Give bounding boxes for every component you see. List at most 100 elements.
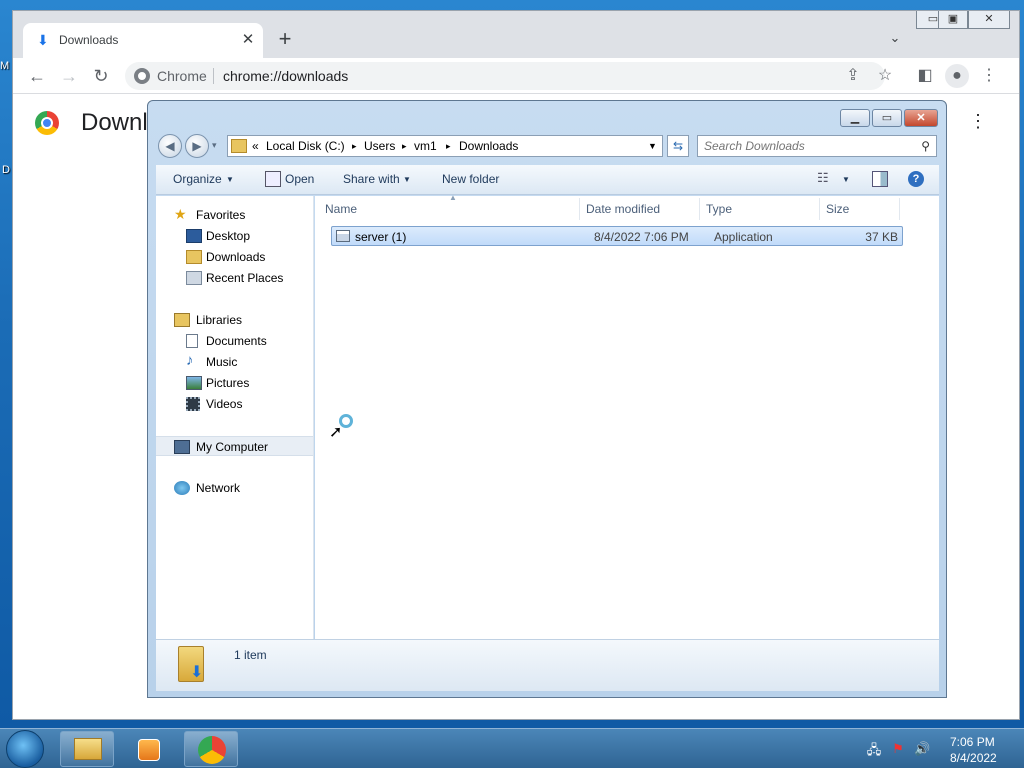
new-tab-button[interactable]: + [273, 28, 297, 52]
share-with-button[interactable]: Share with [343, 172, 400, 186]
crumb-users[interactable]: Users [364, 139, 395, 153]
forward-arrow-icon[interactable]: → [57, 64, 81, 88]
maximize-button[interactable]: ▣ [938, 11, 968, 29]
crumb-separator[interactable]: ▸ [352, 141, 357, 152]
tab-title: Downloads [59, 33, 119, 47]
nav-recent-places[interactable]: Recent Places [156, 268, 313, 288]
explorer-close-button[interactable]: ✕ [904, 109, 938, 127]
address-overflow[interactable]: « [252, 139, 259, 153]
nav-favorites[interactable]: ★ Favorites [156, 205, 313, 225]
crumb-separator[interactable]: ▸ [402, 141, 407, 152]
column-header-date-modified[interactable]: Date modified [586, 202, 660, 216]
chrome-logo-icon [35, 111, 59, 135]
refresh-icon[interactable]: ⇆ [667, 135, 689, 157]
omnibox[interactable]: Chrome chrome://downloads [125, 62, 885, 90]
forward-button-icon[interactable]: ▶ [185, 134, 209, 158]
folder-icon [74, 738, 102, 760]
volume-icon[interactable]: 🔊 [914, 741, 930, 757]
back-arrow-icon[interactable]: ← [25, 64, 49, 88]
omnibox-chrome-label: Chrome [157, 68, 207, 84]
crumb-separator[interactable]: ▸ [446, 141, 451, 152]
nav-my-computer[interactable]: My Computer [156, 436, 313, 456]
address-field[interactable]: « Local Disk (C:) ▸ Users ▸ vm1 ▸ Downlo… [227, 135, 663, 157]
taskbar-media-player-icon[interactable] [122, 731, 176, 767]
action-center-flag-icon[interactable]: ⚑ [890, 741, 906, 757]
download-arrow-icon: ⬇ [190, 664, 204, 681]
computer-icon [174, 440, 190, 454]
search-box[interactable]: ⚲ [697, 135, 937, 157]
back-button-icon[interactable]: ◀ [158, 134, 182, 158]
file-row[interactable]: server (1) 8/4/2022 7:06 PM Application … [331, 226, 903, 246]
preview-pane-icon[interactable] [872, 171, 888, 187]
documents-icon [186, 334, 198, 348]
nav-libraries-label: Libraries [196, 313, 243, 327]
side-panel-icon[interactable]: ◧ [913, 64, 937, 88]
crumb-downloads[interactable]: Downloads [459, 139, 518, 153]
address-dropdown-icon[interactable]: ▼ [648, 141, 657, 151]
explorer-minimize-button[interactable]: ▁ [840, 109, 870, 127]
nav-documents[interactable]: Documents [156, 331, 313, 351]
start-button-windows-logo-icon[interactable] [6, 730, 44, 768]
column-divider[interactable] [899, 198, 900, 220]
nav-pictures[interactable]: Pictures [156, 373, 313, 393]
explorer-restore-button[interactable]: ▭ [872, 109, 902, 127]
page-more-menu-icon[interactable]: ⋮ [969, 111, 987, 135]
column-divider[interactable] [699, 198, 700, 220]
crumb-local-disk[interactable]: Local Disk (C:) [266, 139, 345, 153]
nav-network-label: Network [196, 481, 241, 495]
bookmark-star-icon[interactable]: ☆ [873, 64, 897, 88]
search-input[interactable] [704, 139, 914, 153]
help-icon[interactable]: ? [908, 171, 924, 187]
recent-pages-chevron-icon[interactable]: ▾ [212, 140, 217, 151]
clock-time[interactable]: 7:06 PM [950, 735, 995, 749]
column-header-size[interactable]: Size [826, 202, 849, 216]
clock-date[interactable]: 8/4/2022 [950, 751, 997, 765]
crumb-vm1[interactable]: vm1 [414, 139, 437, 153]
column-header-type[interactable]: Type [706, 202, 732, 216]
organize-dropdown-icon[interactable]: ▼ [226, 175, 234, 184]
nav-network[interactable]: Network [156, 478, 313, 498]
nav-desktop[interactable]: Desktop [156, 226, 313, 246]
omnibox-url[interactable]: chrome://downloads [223, 68, 348, 84]
network-globe-icon [174, 481, 190, 495]
share-with-dropdown-icon[interactable]: ▼ [403, 175, 411, 184]
new-folder-button[interactable]: New folder [442, 172, 499, 186]
close-window-button[interactable]: ✕ [968, 11, 1010, 29]
nav-videos[interactable]: Videos [156, 394, 313, 414]
column-header-name[interactable]: Name [325, 202, 357, 216]
views-icon[interactable]: ☷ [817, 170, 829, 186]
tab-downloads[interactable]: ⬇ Downloads ✕ [23, 23, 263, 58]
nav-libraries[interactable]: Libraries [156, 310, 313, 330]
recent-places-icon [186, 271, 202, 285]
search-icon[interactable]: ⚲ [921, 139, 930, 153]
tab-search-chevron-icon[interactable]: ⌄ [885, 30, 905, 50]
file-type: Application [714, 230, 773, 244]
taskbar-explorer-icon[interactable] [60, 731, 114, 767]
file-size: 37 KB [865, 230, 898, 244]
pictures-icon [186, 376, 202, 390]
omnibox-divider [213, 68, 214, 84]
profile-avatar-icon[interactable]: ● [945, 64, 969, 88]
nav-music[interactable]: ♪ Music [156, 352, 313, 372]
chrome-menu-icon[interactable]: ⋮ [977, 64, 1001, 88]
downloads-folder-icon [186, 250, 202, 264]
network-tray-icon[interactable]: 🖧 [866, 741, 882, 757]
column-divider[interactable] [819, 198, 820, 220]
share-icon[interactable]: ⇪ [841, 64, 865, 88]
nav-downloads[interactable]: Downloads [156, 247, 313, 267]
close-tab-icon[interactable]: ✕ [239, 30, 257, 48]
command-bar: Organize ▼ Open Share with ▼ New folder … [156, 165, 939, 195]
reload-icon[interactable]: ↻ [89, 64, 113, 88]
taskbar-chrome-icon[interactable] [184, 731, 238, 767]
open-button[interactable]: Open [285, 172, 314, 186]
organize-button[interactable]: Organize [173, 172, 222, 186]
chrome-tabstrip: ⬇ Downloads ✕ + ⌄ ▭ ▣ ✕ [13, 11, 1019, 58]
sort-indicator-icon: ▲ [449, 193, 457, 202]
libraries-icon [174, 313, 190, 327]
nav-desktop-label: Desktop [206, 229, 251, 243]
open-icon[interactable] [265, 171, 281, 187]
address-bar-row: ◀ ▶ ▾ « Local Disk (C:) ▸ Users ▸ vm1 ▸ … [155, 131, 939, 161]
desktop-icon-label-partial: M [0, 60, 10, 72]
column-divider[interactable] [579, 198, 580, 220]
views-dropdown-icon[interactable]: ▼ [842, 175, 850, 184]
